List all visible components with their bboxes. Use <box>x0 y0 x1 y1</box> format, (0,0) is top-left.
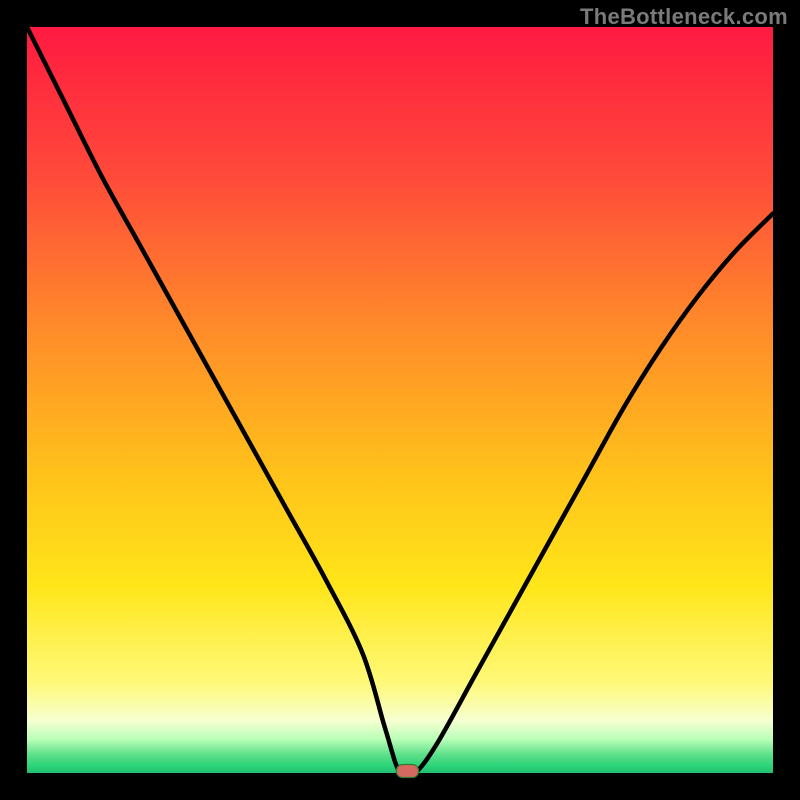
bottleneck-chart-svg <box>0 0 800 800</box>
min-marker <box>396 765 418 778</box>
chart-stage: TheBottleneck.com <box>0 0 800 800</box>
plot-background <box>27 27 773 773</box>
